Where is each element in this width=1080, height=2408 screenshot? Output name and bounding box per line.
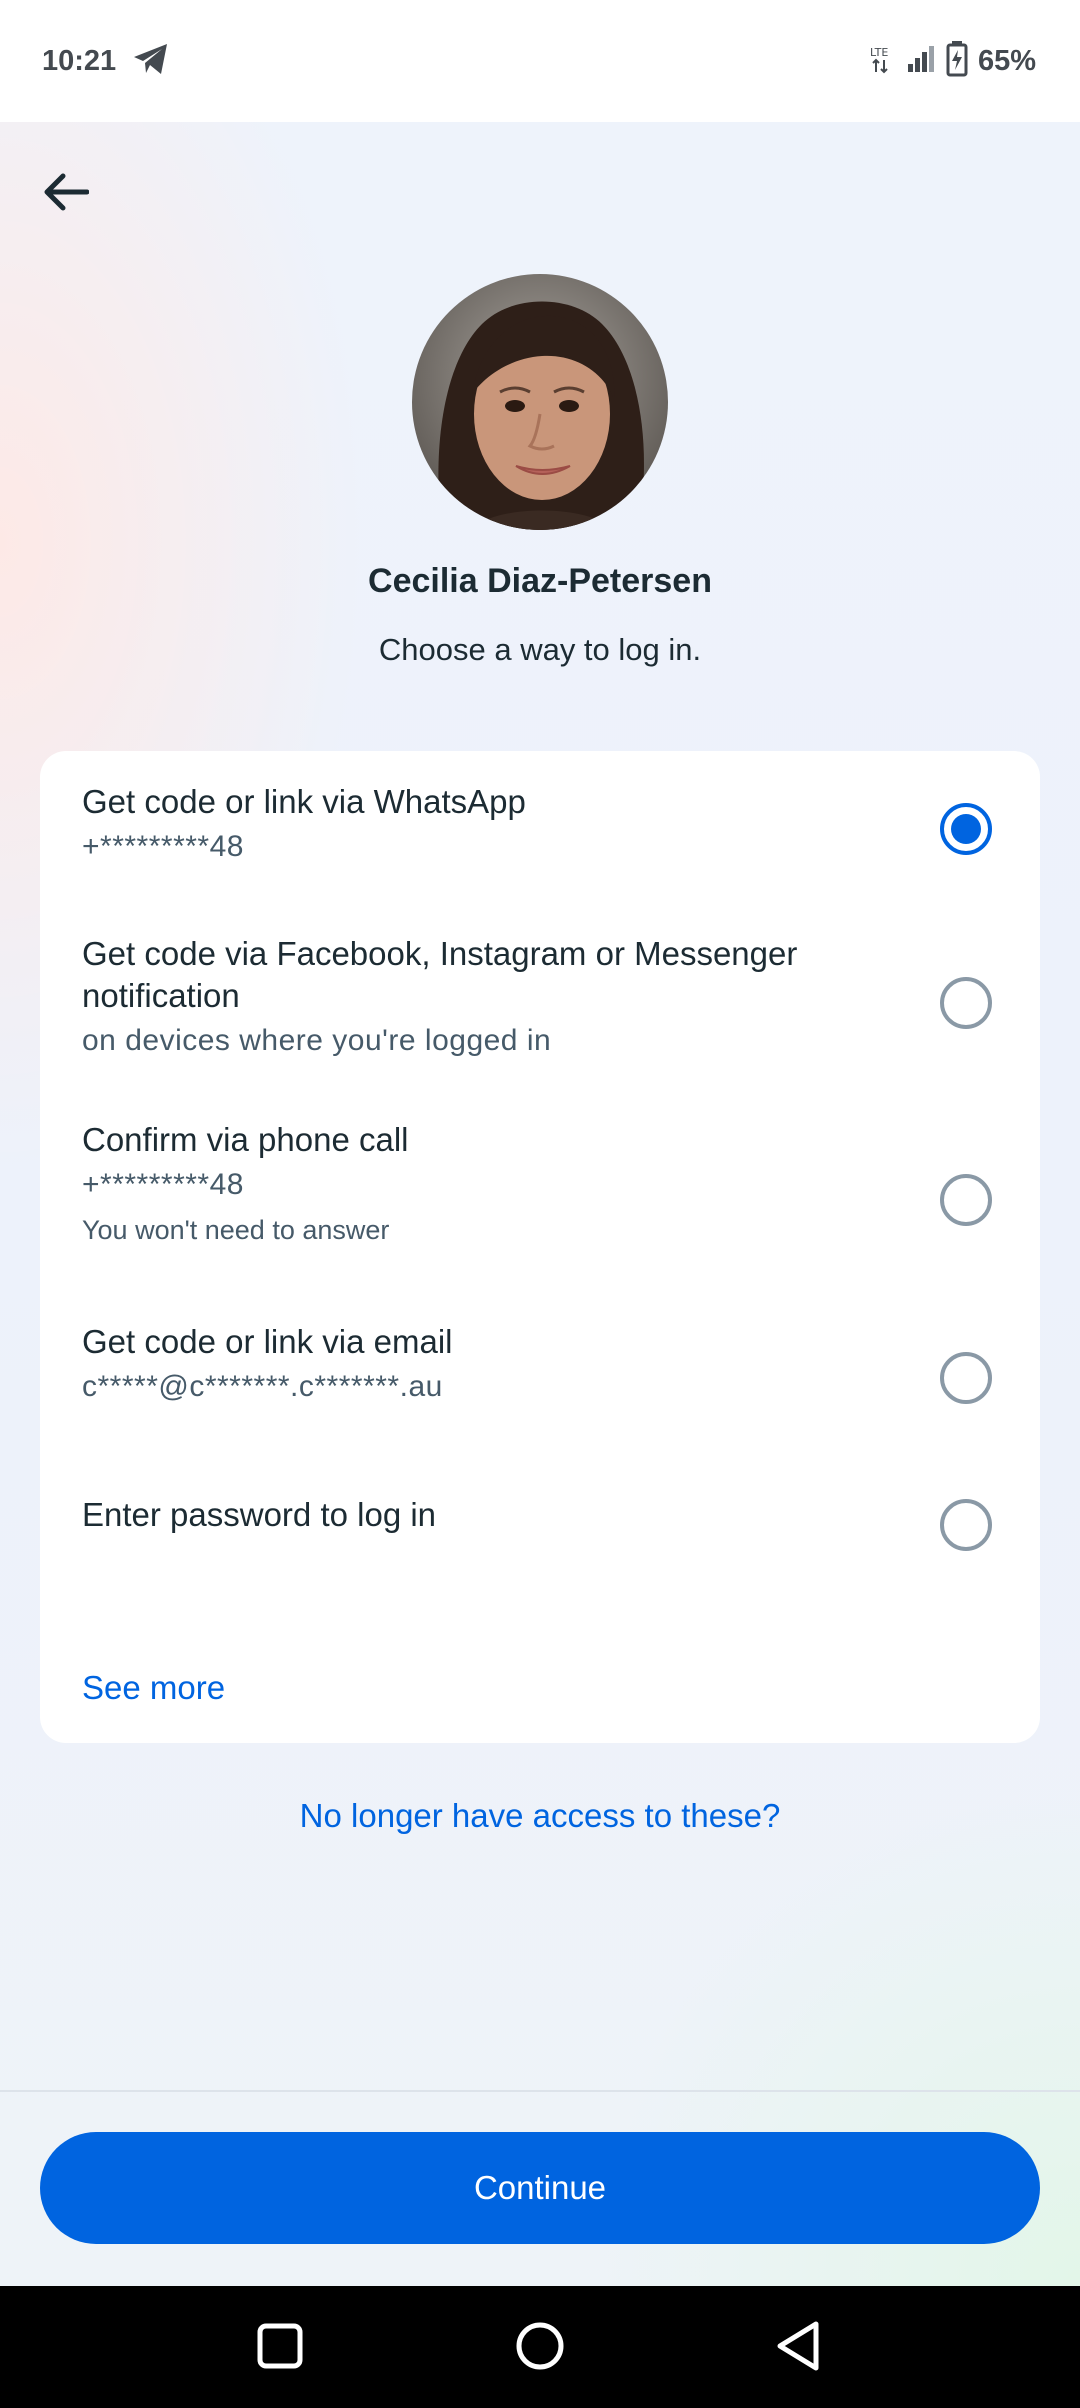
option-masked-phone: +*********48 <box>82 830 244 863</box>
option-title: Get code or link via email <box>82 1323 453 1360</box>
arrow-left-icon <box>44 173 89 211</box>
system-nav-bar <box>0 2286 1080 2408</box>
option-title: Enter password to log in <box>82 1496 437 1533</box>
lte-icon: LTE <box>870 44 896 79</box>
option-notification[interactable]: Get code via Facebook, Instagram or Mess… <box>40 903 1040 1099</box>
option-text: Get code or link via WhatsApp +*********… <box>82 781 922 867</box>
option-phone-call[interactable]: Confirm via phone call +*********48 You … <box>40 1099 1040 1299</box>
see-more-link[interactable]: See more <box>82 1669 225 1707</box>
option-masked-email: c*****@c*******.c*******.au <box>82 1370 443 1403</box>
no-access-link[interactable]: No longer have access to these? <box>0 1797 1080 1835</box>
option-note: You won't need to answer <box>82 1215 390 1245</box>
battery-charging-icon <box>946 40 968 82</box>
radio-notification[interactable] <box>940 977 992 1029</box>
radio-password[interactable] <box>940 1499 992 1551</box>
radio-phone-call[interactable] <box>940 1174 992 1226</box>
option-text: Get code or link via email c*****@c*****… <box>82 1321 922 1407</box>
footer-divider <box>0 2090 1080 2092</box>
option-text: Get code via Facebook, Instagram or Mess… <box>82 933 922 1061</box>
home-button[interactable] <box>510 2316 570 2376</box>
option-email[interactable]: Get code or link via email c*****@c*****… <box>40 1299 1040 1449</box>
telegram-icon <box>132 42 170 81</box>
avatar <box>412 274 668 530</box>
circle-icon <box>516 2322 564 2370</box>
status-right: LTE 65% <box>870 40 1036 82</box>
option-subtitle: on devices where you're logged in <box>82 1024 552 1057</box>
option-masked-phone: +*********48 <box>82 1168 244 1201</box>
status-left: 10:21 <box>42 42 170 81</box>
user-name: Cecilia Diaz-Petersen <box>368 562 712 600</box>
page-subtitle: Choose a way to log in. <box>378 632 702 667</box>
option-whatsapp[interactable]: Get code or link via WhatsApp +*********… <box>40 751 1040 903</box>
option-text: Enter password to log in <box>82 1494 922 1536</box>
status-time: 10:21 <box>42 44 117 77</box>
radio-whatsapp[interactable] <box>940 803 992 855</box>
radio-email[interactable] <box>940 1352 992 1404</box>
login-options-card: Get code or link via WhatsApp +*********… <box>40 751 1040 1743</box>
login-options-screen: Cecilia Diaz-Petersen Choose a way to lo… <box>0 122 1080 2286</box>
option-title: Confirm via phone call <box>82 1121 409 1158</box>
continue-button[interactable]: Continue <box>40 2132 1040 2244</box>
option-title: Get code via Facebook, Instagram or Mess… <box>82 935 798 1014</box>
option-title: Get code or link via WhatsApp <box>82 783 526 820</box>
status-bar: 10:21 LTE 65% <box>0 0 1080 122</box>
triangle-back-icon <box>777 2321 819 2371</box>
svg-text:LTE: LTE <box>870 46 888 59</box>
square-icon <box>257 2323 303 2369</box>
option-password[interactable]: Enter password to log in <box>40 1449 1040 1589</box>
recents-button[interactable] <box>250 2316 310 2376</box>
battery-percent: 65% <box>977 44 1036 77</box>
back-button[interactable] <box>36 162 96 222</box>
signal-icon <box>906 44 936 79</box>
back-nav-button[interactable] <box>770 2316 830 2376</box>
option-text: Confirm via phone call +*********48 You … <box>82 1119 922 1249</box>
